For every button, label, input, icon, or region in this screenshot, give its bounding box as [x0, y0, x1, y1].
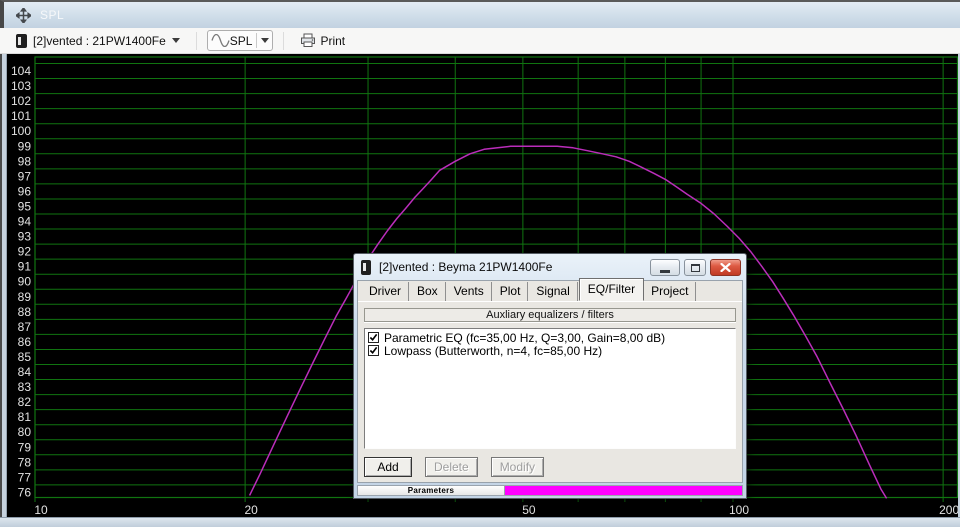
maximize-icon [691, 264, 700, 272]
x-axis-tick-label: 100 [729, 503, 749, 517]
toolbar-separator [196, 32, 197, 50]
driver-box-icon [16, 34, 27, 48]
y-axis-tick-label: 85 [18, 350, 32, 364]
modify-button: Modify [491, 457, 544, 477]
y-axis-tick-label: 92 [18, 245, 32, 259]
tab-box[interactable]: Box [410, 282, 446, 301]
x-axis-tick-label: 20 [244, 503, 258, 517]
filter-listbox[interactable]: Parametric EQ (fc=35,00 Hz, Q=3,00, Gain… [364, 328, 736, 449]
y-axis-tick-label: 76 [18, 485, 32, 499]
y-axis-tick-label: 95 [18, 199, 32, 213]
tab-vents[interactable]: Vents [447, 282, 492, 301]
x-axis-tick-label: 50 [522, 503, 536, 517]
print-label: Print [320, 34, 345, 48]
y-axis-tick-label: 103 [11, 79, 31, 93]
move-cross-icon[interactable] [16, 8, 31, 23]
y-axis-tick-label: 82 [18, 395, 32, 409]
y-axis-tick-label: 83 [18, 380, 32, 394]
eq-filter-tab-panel: Auxliary equalizers / filters Parametric… [358, 301, 742, 482]
y-axis-tick-label: 86 [18, 335, 32, 349]
y-axis-tick-label: 88 [18, 305, 32, 319]
graph-type-selector[interactable]: SPL [207, 30, 274, 51]
close-icon [720, 263, 731, 272]
panel-header: SPL [0, 0, 960, 28]
maximize-button[interactable] [684, 259, 706, 276]
y-axis-tick-label: 104 [11, 64, 31, 78]
y-axis-tick-label: 84 [18, 365, 32, 379]
toolbar: [2]vented : 21PW1400Fe SPL Print [0, 28, 960, 54]
minimize-button[interactable] [650, 259, 680, 276]
y-axis-tick-label: 89 [18, 290, 32, 304]
aux-filters-header: Auxliary equalizers / filters [364, 308, 736, 322]
dialog-client-area: DriverBoxVentsPlotSignalEQ/FilterProject… [357, 280, 743, 483]
chevron-down-icon[interactable] [261, 38, 269, 43]
sine-wave-icon [211, 34, 230, 47]
y-axis-tick-label: 99 [18, 139, 32, 153]
dialog-titlebar[interactable]: [2]vented : Beyma 21PW1400Fe [357, 254, 743, 280]
tab-eq-filter[interactable]: EQ/Filter [579, 278, 644, 301]
y-axis-tick-label: 93 [18, 230, 32, 244]
curve-color-swatch[interactable] [505, 485, 743, 496]
tab-driver[interactable]: Driver [362, 282, 409, 301]
dialog-app-icon [361, 260, 371, 275]
split-divider [256, 33, 257, 48]
print-button[interactable]: Print [294, 30, 351, 52]
app-window: SPL [2]vented : 21PW1400Fe SPL Print [0, 0, 960, 527]
delete-button: Delete [425, 457, 478, 477]
chevron-down-icon[interactable] [172, 38, 180, 43]
project-selector[interactable]: [2]vented : 21PW1400Fe [10, 30, 186, 52]
close-button[interactable] [710, 259, 741, 276]
filter-list-item[interactable]: Parametric EQ (fc=35,00 Hz, Q=3,00, Gain… [366, 331, 734, 344]
minimize-icon [660, 270, 670, 273]
window-frame-left [0, 54, 7, 517]
dialog-tabs: DriverBoxVentsPlotSignalEQ/FilterProject [358, 281, 742, 301]
filter-buttons-row: Add Delete Modify [364, 457, 736, 477]
graph-type-value: SPL [230, 34, 253, 48]
tab-signal[interactable]: Signal [529, 282, 577, 301]
y-axis-tick-label: 81 [18, 410, 32, 424]
y-axis-tick-label: 102 [11, 94, 31, 108]
y-axis-tick-label: 79 [18, 440, 32, 454]
filter-checkbox[interactable] [368, 332, 379, 343]
add-button[interactable]: Add [364, 457, 412, 477]
y-axis-tick-label: 90 [18, 275, 32, 289]
tab-project[interactable]: Project [644, 282, 696, 301]
parameters-bar: Parameters [357, 485, 743, 496]
tab-plot[interactable]: Plot [493, 282, 529, 301]
y-axis-tick-label: 100 [11, 124, 31, 138]
filter-checkbox[interactable] [368, 345, 379, 356]
window-frame-bottom [0, 517, 960, 527]
dialog-title: [2]vented : Beyma 21PW1400Fe [379, 260, 552, 274]
y-axis-tick-label: 91 [18, 260, 32, 274]
filter-label: Parametric EQ (fc=35,00 Hz, Q=3,00, Gain… [384, 331, 665, 345]
panel-title: SPL [40, 8, 64, 22]
y-axis-tick-label: 94 [18, 215, 32, 229]
filter-label: Lowpass (Butterworth, n=4, fc=85,00 Hz) [384, 344, 602, 358]
y-axis-tick-label: 87 [18, 320, 32, 334]
parameters-panel-button[interactable]: Parameters [357, 485, 505, 496]
x-axis-tick-label: 10 [34, 503, 48, 517]
project-selector-value: [2]vented : 21PW1400Fe [33, 34, 166, 48]
y-axis-tick-label: 98 [18, 154, 32, 168]
project-dialog: [2]vented : Beyma 21PW1400Fe DriverBoxVe… [353, 253, 747, 499]
y-axis-tick-label: 101 [11, 109, 31, 123]
toolbar-separator [283, 32, 284, 50]
printer-icon [300, 33, 316, 48]
y-axis-tick-label: 97 [18, 169, 32, 183]
y-axis-tick-label: 77 [18, 470, 32, 484]
filter-list-item[interactable]: Lowpass (Butterworth, n=4, fc=85,00 Hz) [366, 344, 734, 357]
y-axis-tick-label: 78 [18, 455, 32, 469]
y-axis-tick-label: 80 [18, 425, 32, 439]
x-axis-tick-label: 200 [939, 503, 959, 517]
y-axis-tick-label: 96 [18, 184, 32, 198]
